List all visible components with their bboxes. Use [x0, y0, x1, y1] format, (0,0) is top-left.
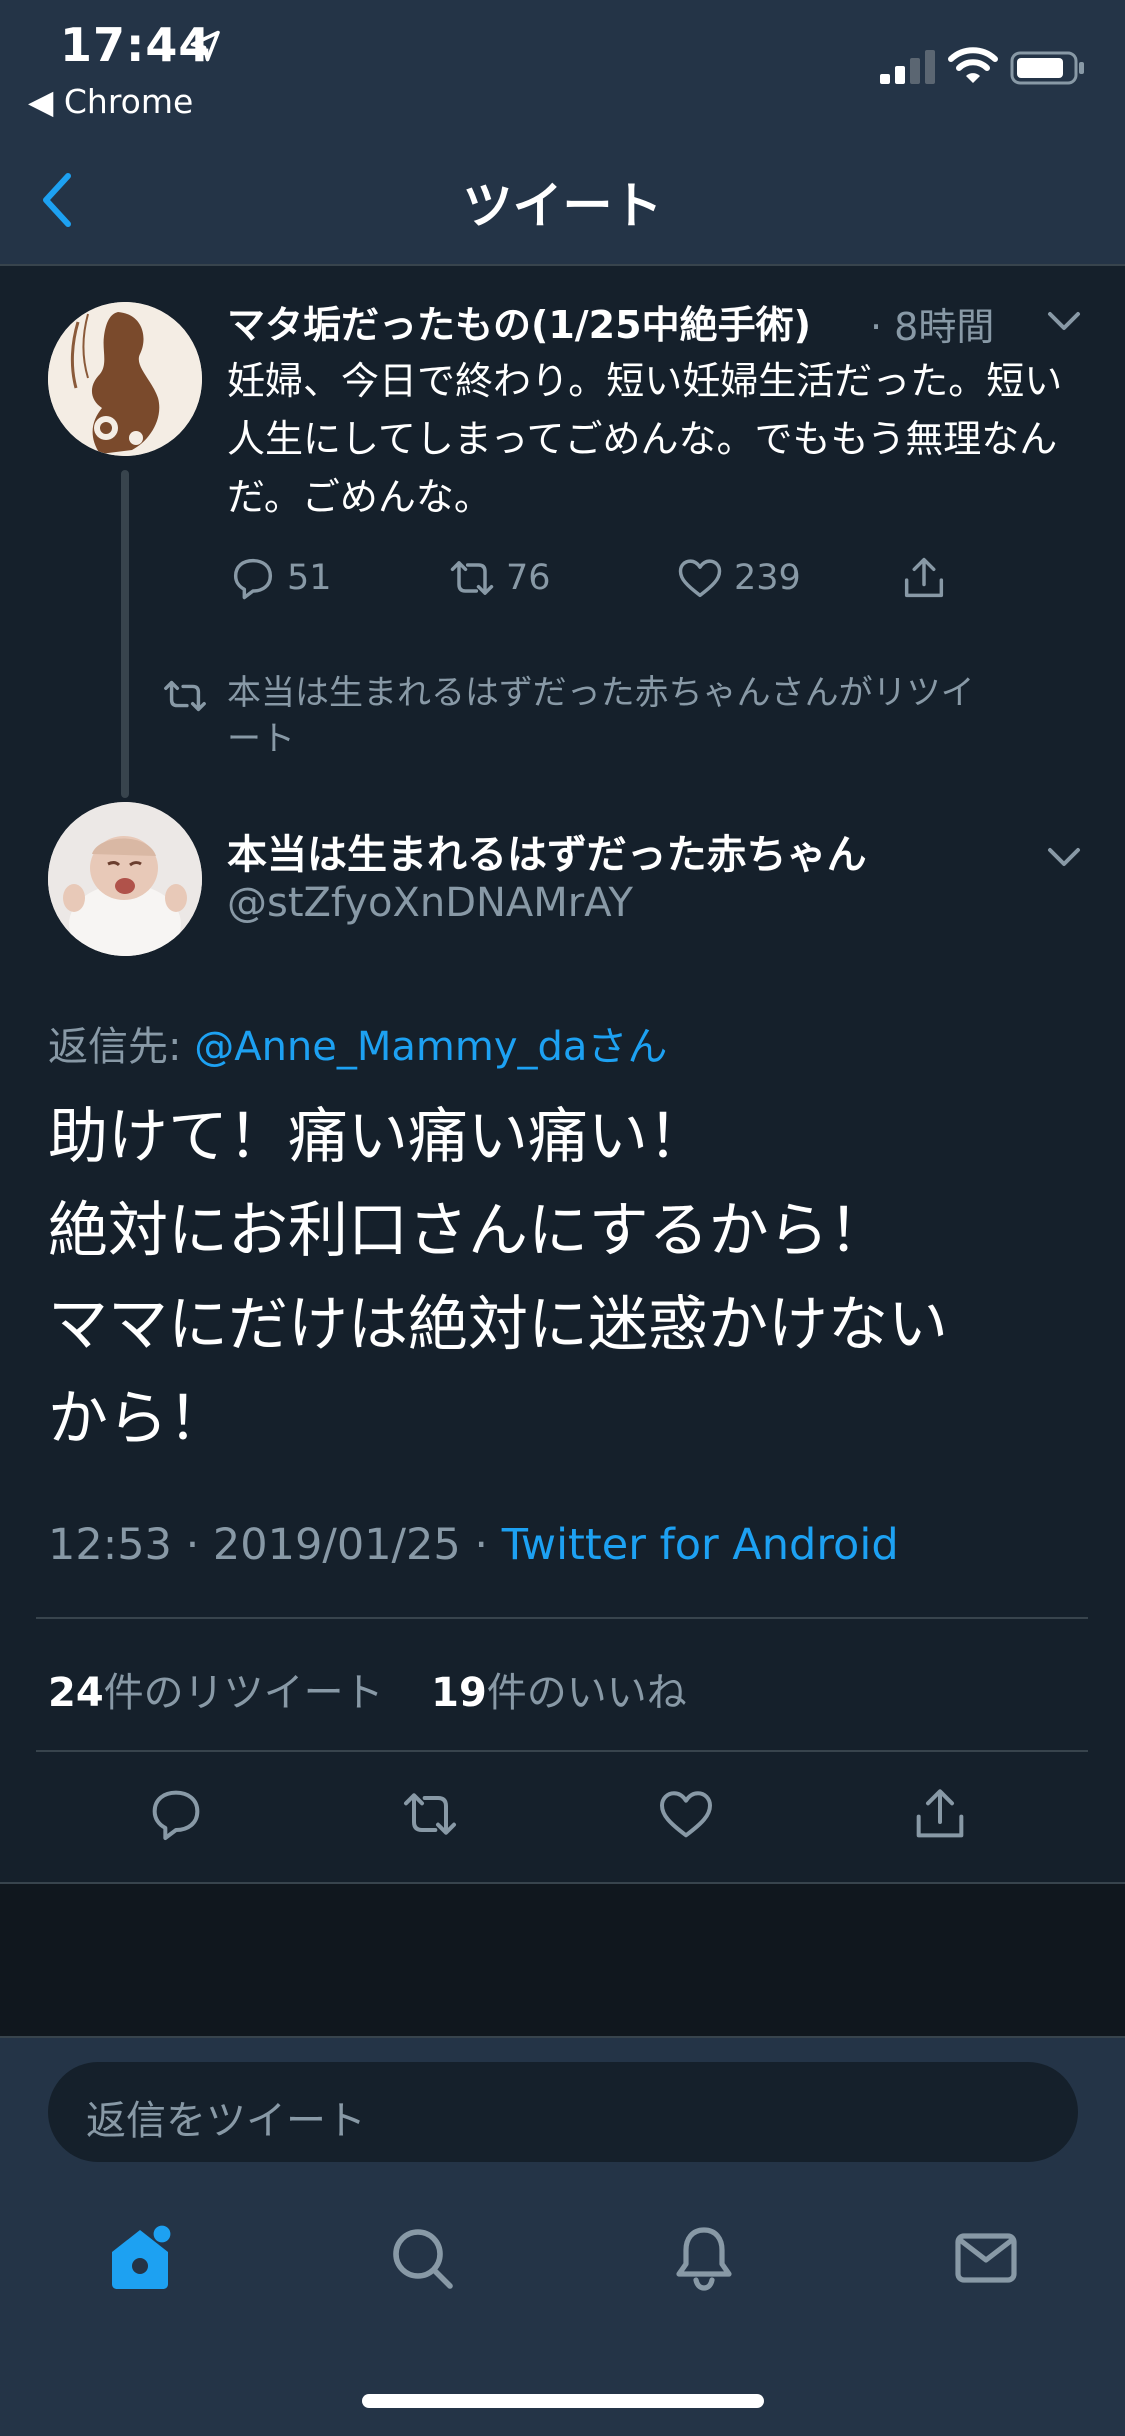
- signal-icon: [880, 50, 935, 84]
- tweet-timestamp: 12:53 · 2019/01/25 ·: [48, 1520, 502, 1570]
- retweets-stat[interactable]: 24件のリツイート: [48, 1670, 384, 1716]
- retweet-icon: [450, 561, 494, 595]
- share-button[interactable]: [898, 552, 950, 608]
- avatar[interactable]: [48, 302, 202, 456]
- status-bar: 17:44 ◀ Chrome: [0, 0, 1125, 132]
- share-icon: [904, 557, 944, 598]
- chevron-down-icon[interactable]: [1042, 304, 1086, 340]
- wifi-icon: [948, 47, 998, 83]
- location-arrow-icon: [190, 30, 220, 62]
- tweet-text: 助けて！痛い痛い痛い！ 絶対にお利口さんにするから！ ママにだけは絶対に迷惑かけ…: [48, 1090, 1088, 1466]
- divider: [36, 1617, 1088, 1619]
- retweets-label: 件のリツイート: [103, 1670, 384, 1716]
- tweet-source-link[interactable]: Twitter for Android: [502, 1520, 899, 1570]
- like-count: 239: [734, 558, 801, 598]
- thread-line: [121, 470, 129, 798]
- tweet-text: 妊婦、今日で終わり。短い妊婦生活だった。短い人生にしてしまってごめんな。でももう…: [227, 359, 1063, 519]
- display-name[interactable]: マタ垢だったもの(1/25中絶手術): [227, 294, 811, 349]
- reply-input-placeholder: 返信をツイート: [86, 2098, 366, 2144]
- divider: [36, 1750, 1088, 1752]
- navigation-bar: ツイート: [0, 132, 1125, 266]
- home-indicator[interactable]: [362, 2394, 764, 2408]
- retweet-notice: 本当は生まれるはずだった赤ちゃんさんがリツイート: [227, 673, 975, 759]
- reply-button[interactable]: 51: [227, 552, 332, 608]
- like-button[interactable]: 239: [674, 552, 801, 608]
- likes-stat[interactable]: 19件のいいね: [431, 1670, 687, 1716]
- likes-number: 19: [431, 1670, 487, 1716]
- home-icon[interactable]: [104, 2222, 176, 2294]
- battery-icon: [1010, 51, 1084, 85]
- reply-to: 返信先: @Anne_Mammy_daさん: [48, 1014, 667, 1072]
- crying-baby-image: [48, 802, 202, 956]
- retweet-button[interactable]: 76: [446, 552, 551, 608]
- avatar[interactable]: [48, 802, 202, 956]
- retweet-notice-icon: [164, 680, 206, 712]
- retweet-icon[interactable]: [398, 1782, 462, 1846]
- page-title: ツイート: [462, 177, 663, 235]
- reply-count: 51: [287, 558, 332, 598]
- back-to-app-link[interactable]: ◀ Chrome: [28, 82, 193, 121]
- reply-icon[interactable]: [144, 1782, 208, 1846]
- tweet-text-line: から！: [48, 1384, 228, 1454]
- display-name[interactable]: 本当は生まれるはずだった赤ちゃん: [227, 822, 867, 880]
- notifications-icon[interactable]: [668, 2222, 740, 2294]
- retweets-number: 24: [48, 1670, 104, 1716]
- share-icon[interactable]: [908, 1782, 972, 1846]
- user-handle[interactable]: @stZfyoXnDNAMrAY: [227, 880, 633, 926]
- reply-to-mention[interactable]: @Anne_Mammy_daさん: [194, 1024, 667, 1070]
- likes-label: 件のいいね: [486, 1670, 687, 1716]
- heart-icon[interactable]: [654, 1782, 718, 1846]
- app-screen: 17:44 ◀ Chrome ツイート マタ垢だったもの(1/25中絶手術) ·…: [0, 0, 1125, 2436]
- chevron-down-icon[interactable]: [1042, 840, 1086, 876]
- heart-icon: [678, 559, 722, 598]
- tweet-metadata: 12:53 · 2019/01/25 · Twitter for Android: [48, 1520, 899, 1570]
- tweet-text-line: 絶対にお利口さんにするから！: [48, 1196, 889, 1266]
- tweet-text-line: 助けて！痛い痛い痛い！: [48, 1102, 708, 1172]
- messages-icon[interactable]: [950, 2222, 1022, 2294]
- reply-icon: [233, 558, 273, 600]
- tweet-time: · 8時間: [870, 305, 995, 349]
- reply-to-label: 返信先:: [48, 1024, 195, 1070]
- empty-area: [0, 1882, 1125, 2036]
- pregnant-silhouette-image: [48, 302, 202, 456]
- search-icon[interactable]: [386, 2222, 458, 2294]
- engagement-stats: 24件のリツイート 19件のいいね: [48, 1660, 687, 1718]
- retweet-count: 76: [506, 558, 551, 598]
- tweet-text-line: ママにだけは絶対に迷惑かけない: [48, 1290, 948, 1360]
